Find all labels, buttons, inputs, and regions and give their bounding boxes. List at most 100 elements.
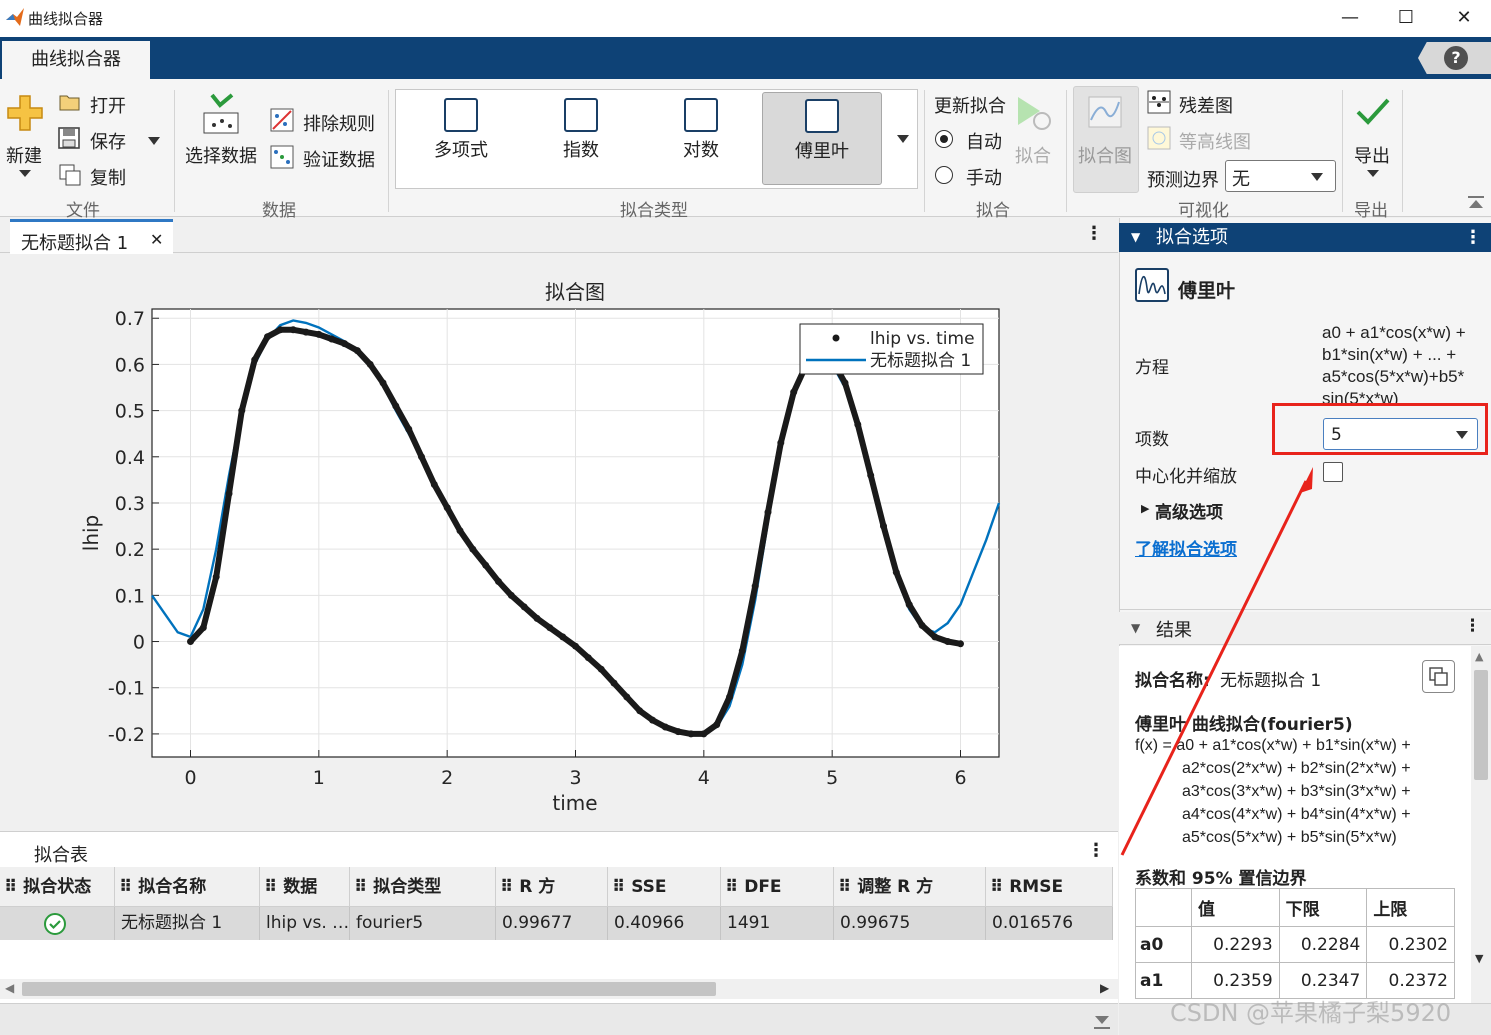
tab-curve-fitter[interactable]: 曲线拟合器 <box>2 41 150 79</box>
prediction-bounds-dropdown[interactable]: 无 <box>1225 160 1336 192</box>
window-title: 曲线拟合器 <box>28 10 104 28</box>
col-header-data[interactable]: ⠿ 数据 <box>260 867 350 907</box>
prediction-bounds-value: 无 <box>1232 169 1250 190</box>
x-tick-label: 3 <box>569 767 581 789</box>
results-menu-icon[interactable]: ⋮ <box>1464 616 1481 636</box>
exponential-icon <box>564 98 598 132</box>
fit-type-fourier[interactable]: 傅里叶 <box>762 92 882 185</box>
logarithmic-icon <box>684 98 718 132</box>
data-point <box>700 730 708 738</box>
table-row[interactable] <box>0 907 115 940</box>
gallery-expand-icon[interactable] <box>897 135 909 143</box>
data-point <box>944 638 952 645</box>
cell-fit-name[interactable]: 无标题拟合 1 <box>115 907 260 940</box>
col-header-sse[interactable]: ⠿ SSE <box>608 867 721 907</box>
copy-icon <box>1429 667 1448 686</box>
data-point <box>584 654 592 662</box>
auto-radio[interactable] <box>935 130 953 148</box>
collapse-ribbon-icon[interactable] <box>1467 195 1485 211</box>
coefficients-table: 值 下限 上限 a0 0.2293 0.2284 0.2302 a1 0.235… <box>1135 888 1455 999</box>
fit-options-header[interactable]: ▼ 拟合选项 ⋮ <box>1119 223 1491 252</box>
y-tick-label: -0.1 <box>108 678 145 700</box>
save-dropdown-icon[interactable] <box>148 137 160 145</box>
y-tick-label: 0.4 <box>115 447 145 469</box>
data-point <box>328 335 336 343</box>
scrollbar-thumb[interactable] <box>1474 670 1488 780</box>
x-tick-label: 5 <box>826 767 838 789</box>
data-point <box>469 545 477 553</box>
table-options-icon[interactable]: ⋮ <box>1087 840 1105 861</box>
fit-type-exponential[interactable]: 指数 <box>522 92 640 185</box>
scroll-up-icon[interactable]: ▲ <box>1475 650 1483 663</box>
open-button[interactable]: 打开 <box>90 92 126 118</box>
new-button[interactable]: 新建 <box>6 142 42 168</box>
cell-rsq[interactable]: 0.99677 <box>496 907 608 940</box>
col-header-rmse[interactable]: ⠿ RMSE <box>986 867 1113 907</box>
data-point <box>841 379 849 387</box>
cell-dfe[interactable]: 1491 <box>721 907 834 940</box>
export-button[interactable]: 导出 <box>1354 142 1390 168</box>
doc-options-icon[interactable]: ⋮ <box>1085 225 1103 243</box>
data-point <box>674 728 682 736</box>
fit-plot-chart[interactable]: 0 1 2 3 4 5 6 -0.2 -0.1 0 0.1 0.2 0.3 0.4 0.5 0.6 0.7 拟… <box>0 254 1118 830</box>
y-tick-label: 0.3 <box>115 493 145 515</box>
col-header-rsq[interactable]: ⠿ R 方 <box>496 867 608 907</box>
collapse-down-icon[interactable] <box>1093 1014 1111 1030</box>
maximize-button[interactable]: ☐ <box>1378 0 1434 37</box>
export-dropdown-icon[interactable] <box>1367 170 1379 177</box>
exclusion-rules-button[interactable]: 排除规则 <box>303 110 375 136</box>
copy-icon <box>59 164 81 186</box>
close-window-button[interactable]: ✕ <box>1436 0 1491 37</box>
col-header-adj-rsq[interactable]: ⠿ 调整 R 方 <box>834 867 986 907</box>
x-tick-label: 0 <box>184 767 196 789</box>
fit-type-polynomial[interactable]: 多项式 <box>402 92 520 185</box>
col-header-name[interactable]: ⠿ 拟合名称 <box>115 867 260 907</box>
x-tick-label: 2 <box>441 767 453 789</box>
col-header-dfe[interactable]: ⠿ DFE <box>721 867 834 907</box>
results-vertical-scrollbar[interactable]: ▲ ▼ <box>1471 646 1491 1003</box>
scrollbar-thumb[interactable] <box>22 982 716 996</box>
matlab-logo-icon <box>6 8 24 26</box>
cell-data[interactable]: lhip vs. … <box>260 907 350 940</box>
new-dropdown-icon[interactable] <box>19 170 31 177</box>
data-point <box>533 614 541 622</box>
cell-sse[interactable]: 0.40966 <box>608 907 721 940</box>
data-point <box>482 561 490 569</box>
data-point <box>276 326 284 334</box>
col-header-status[interactable]: ⠿ 拟合状态 <box>0 867 115 907</box>
col-header-fit-type[interactable]: ⠿ 拟合类型 <box>350 867 496 907</box>
validation-data-button[interactable]: 验证数据 <box>303 146 375 172</box>
manual-radio[interactable] <box>935 166 953 184</box>
data-point <box>726 693 733 701</box>
data-point <box>918 621 926 629</box>
data-point <box>443 504 451 512</box>
help-button[interactable]: ? <box>1418 42 1491 74</box>
minimize-button[interactable]: — <box>1322 0 1378 37</box>
data-point <box>187 638 194 645</box>
fit-type-logarithmic[interactable]: 对数 <box>642 92 760 185</box>
cell-rmse[interactable]: 0.016576 <box>986 907 1113 940</box>
copy-results-button[interactable] <box>1422 660 1455 693</box>
fit-options-menu-icon[interactable]: ⋮ <box>1464 223 1482 252</box>
tab-untitled-fit[interactable]: 无标题拟合 1 ✕ <box>10 219 173 254</box>
new-plus-icon[interactable] <box>6 94 44 132</box>
annotation-highlight-box <box>1272 403 1488 455</box>
fit-button[interactable]: 拟合 <box>1015 142 1051 168</box>
cell-fit-type[interactable]: fourier5 <box>350 907 496 940</box>
plot-area: 0 1 2 3 4 5 6 -0.2 -0.1 0 0.1 0.2 0.3 0.4 0.5 0.6 0.7 拟… <box>0 254 1118 830</box>
scroll-right-icon[interactable]: ▶ <box>1100 981 1109 995</box>
residuals-plot-button[interactable]: 残差图 <box>1179 92 1233 118</box>
data-point <box>892 568 900 576</box>
close-tab-icon[interactable]: ✕ <box>150 230 163 249</box>
contour-plot-button[interactable]: 等高线图 <box>1179 128 1251 154</box>
scroll-down-icon[interactable]: ▼ <box>1475 952 1483 965</box>
cell-adj-rsq[interactable]: 0.99675 <box>834 907 986 940</box>
data-point <box>225 490 233 498</box>
data-point <box>572 642 579 650</box>
save-icon <box>58 127 80 149</box>
scroll-left-icon[interactable]: ◀ <box>5 981 14 995</box>
horizontal-scrollbar[interactable]: ◀ ▶ <box>0 979 1118 999</box>
select-data-button[interactable]: 选择数据 <box>185 142 257 168</box>
save-button[interactable]: 保存 <box>90 128 126 154</box>
copy-button[interactable]: 复制 <box>90 164 126 190</box>
